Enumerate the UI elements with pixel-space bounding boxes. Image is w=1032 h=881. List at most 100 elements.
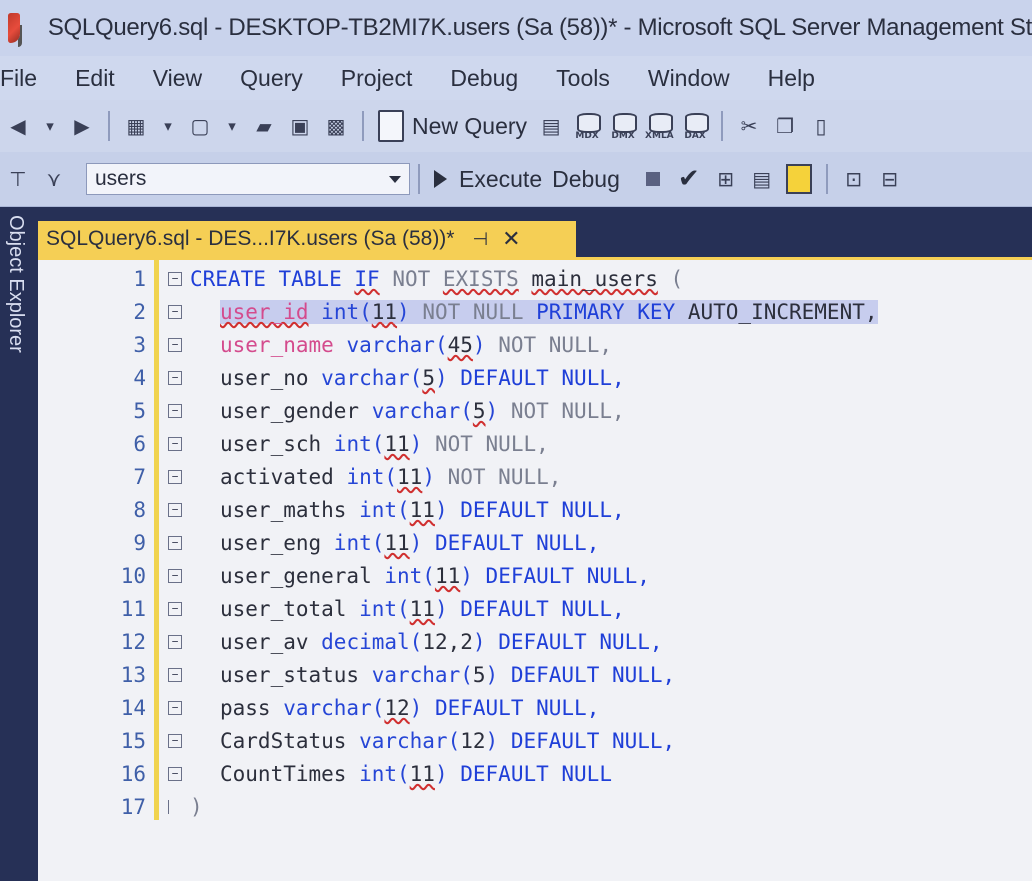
fold-toggle-icon[interactable]: − [168,502,182,517]
code-line[interactable]: 14 − pass varchar(12) DEFAULT NULL, [38,691,1032,724]
fold-toggle-icon[interactable]: − [168,733,182,748]
dock-background [30,221,38,881]
menu-edit[interactable]: Edit [75,63,115,94]
code-token: user_no [220,365,322,390]
execute-button[interactable]: Execute [434,166,542,193]
cancel-query-icon[interactable] [645,172,660,186]
code-line[interactable]: 3 − user_name varchar(45) NOT NULL, [38,328,1032,361]
code-line[interactable]: 16 − CountTimes int(11) DEFAULT NULL [38,757,1032,790]
new-query-button[interactable]: New Query [378,110,527,142]
line-number: 1 [133,266,146,291]
menu-project[interactable]: Project [341,63,413,94]
new-project-dropdown-icon[interactable]: ▾ [157,111,179,141]
code-line[interactable]: 6 − user_sch int(11) NOT NULL, [38,427,1032,460]
debug-button[interactable]: Debug [552,166,620,193]
code-token: DEFAULT NULL, [498,662,676,687]
code-line[interactable]: 8 − user_maths int(11) DEFAULT NULL, [38,493,1032,526]
paste-icon[interactable]: ▯ [806,111,836,141]
back-dropdown-icon[interactable]: ▾ [39,111,61,141]
object-explorer-sidebar[interactable]: Object Explorer [0,207,30,881]
code-line[interactable]: 5− user_gender varchar(5) NOT NULL, [38,394,1032,427]
title-bar: SQLQuery6.sql - DESKTOP-TB2MI7K.users (S… [0,0,1032,56]
fold-toggle-icon[interactable]: − [168,601,182,616]
dax-query-icon[interactable]: DAX [681,111,710,141]
code-line[interactable]: 10 − user_general int(11) DEFAULT NULL, [38,559,1032,592]
parse-check-icon[interactable]: ✔ [678,164,700,194]
menu-tools[interactable]: Tools [556,63,610,94]
cut-icon[interactable]: ✂ [734,111,764,141]
code-token: int( [321,299,372,324]
ssms-app-icon[interactable] [8,13,20,43]
code-line[interactable]: 9 − user_eng int(11) DEFAULT NULL, [38,526,1032,559]
estimated-plan-icon[interactable]: ⊞ [711,164,741,194]
fold-toggle-icon[interactable]: − [168,337,182,352]
code-token: int( [359,761,410,786]
client-statistics-icon[interactable]: ⊟ [875,164,905,194]
fold-toggle-icon[interactable]: − [168,304,182,319]
save-icon[interactable]: ▣ [285,111,315,141]
code-token: user_gender [220,398,372,423]
fold-toggle-icon[interactable]: − [168,469,182,484]
change-connection-icon[interactable]: ⋎ [39,164,69,194]
code-token: DEFAULT NULL, [422,695,600,720]
code-token: activated [220,464,347,489]
code-token: ( [657,266,684,291]
code-token: 11 [371,299,398,324]
database-engine-query-icon[interactable]: ▤ [536,111,566,141]
code-line[interactable]: 12 − user_av decimal(12,2) DEFAULT NULL, [38,625,1032,658]
fold-toggle-icon[interactable]: − [168,403,182,418]
dmx-query-icon[interactable]: DMX [609,111,638,141]
fold-toggle-icon[interactable]: − [168,667,182,682]
back-icon[interactable]: ◀ [3,111,33,141]
code-text: user_eng int(11) DEFAULT NULL, [220,531,599,555]
fold-toggle-icon[interactable]: − [168,634,182,649]
code-token: int( [333,530,385,555]
fold-toggle-icon[interactable]: − [168,700,182,715]
results-to-grid-icon[interactable] [785,164,812,194]
sql-editor[interactable]: 1− CREATE TABLE IF NOT EXISTS main_users … [38,260,1032,881]
code-line[interactable]: 1 − CREATE TABLE IF NOT EXISTS main_users … [38,262,1032,295]
menu-query[interactable]: Query [240,63,303,94]
xmla-query-icon[interactable]: XMLA [645,111,674,141]
include-plan-icon[interactable]: ⊡ [839,164,869,194]
code-line[interactable]: 17) [38,790,1032,823]
fold-toggle-icon[interactable]: − [168,436,182,451]
pin-icon[interactable]: ⊣ [472,229,488,250]
code-line[interactable]: 2 − user_id int(11) NOT NULL PRIMARY KEY A… [38,295,1032,328]
code-text: user_status varchar(5) DEFAULT NULL, [220,663,675,687]
add-item-dropdown-icon[interactable]: ▾ [221,111,243,141]
fold-toggle-icon[interactable] [168,799,182,814]
fold-toggle-icon[interactable]: − [168,370,182,385]
fold-toggle-icon[interactable]: − [168,271,182,286]
code-line[interactable]: 7 − activated int(11) NOT NULL, [38,460,1032,493]
code-line[interactable]: 11− user_total int(11) DEFAULT NULL, [38,592,1032,625]
menu-file[interactable]: File [0,63,37,94]
mdx-query-icon[interactable]: MDX [573,111,602,141]
query-options-icon[interactable]: ▤ [747,164,777,194]
line-number: 3 [133,332,146,357]
code-line[interactable]: 13 − user_status varchar(5) DEFAULT NULL, [38,658,1032,691]
line-number: 10 [120,563,146,588]
tab-sqlquery6[interactable]: SQLQuery6.sql - DES...I7K.users (Sa (58)… [38,221,576,257]
forward-icon[interactable]: ▶ [67,111,97,141]
menu-window[interactable]: Window [648,63,730,94]
available-databases-select[interactable]: users [86,163,410,195]
connect-icon[interactable]: ⊤ [3,164,33,194]
code-token: ) [434,365,448,390]
menu-debug[interactable]: Debug [450,63,518,94]
fold-toggle-icon[interactable]: − [168,535,182,550]
fold-toggle-icon[interactable]: − [168,568,182,583]
code-line[interactable]: 15 − CardStatus varchar(12) DEFAULT NULL, [38,724,1032,757]
new-project-icon[interactable]: ▦ [121,111,151,141]
code-token: int( [333,431,385,456]
close-icon[interactable]: ✕ [502,227,520,252]
code-line[interactable]: 4 − user_no varchar(5) DEFAULT NULL, [38,361,1032,394]
menu-help[interactable]: Help [768,63,815,94]
open-file-icon[interactable]: ▰ [249,111,279,141]
menu-view[interactable]: View [153,63,202,94]
code-text: user_no varchar(5) DEFAULT NULL, [220,366,625,390]
fold-toggle-icon[interactable]: − [168,766,182,781]
save-all-icon[interactable]: ▩ [321,111,351,141]
copy-icon[interactable]: ❐ [770,111,800,141]
add-item-icon[interactable]: ▢ [185,111,215,141]
